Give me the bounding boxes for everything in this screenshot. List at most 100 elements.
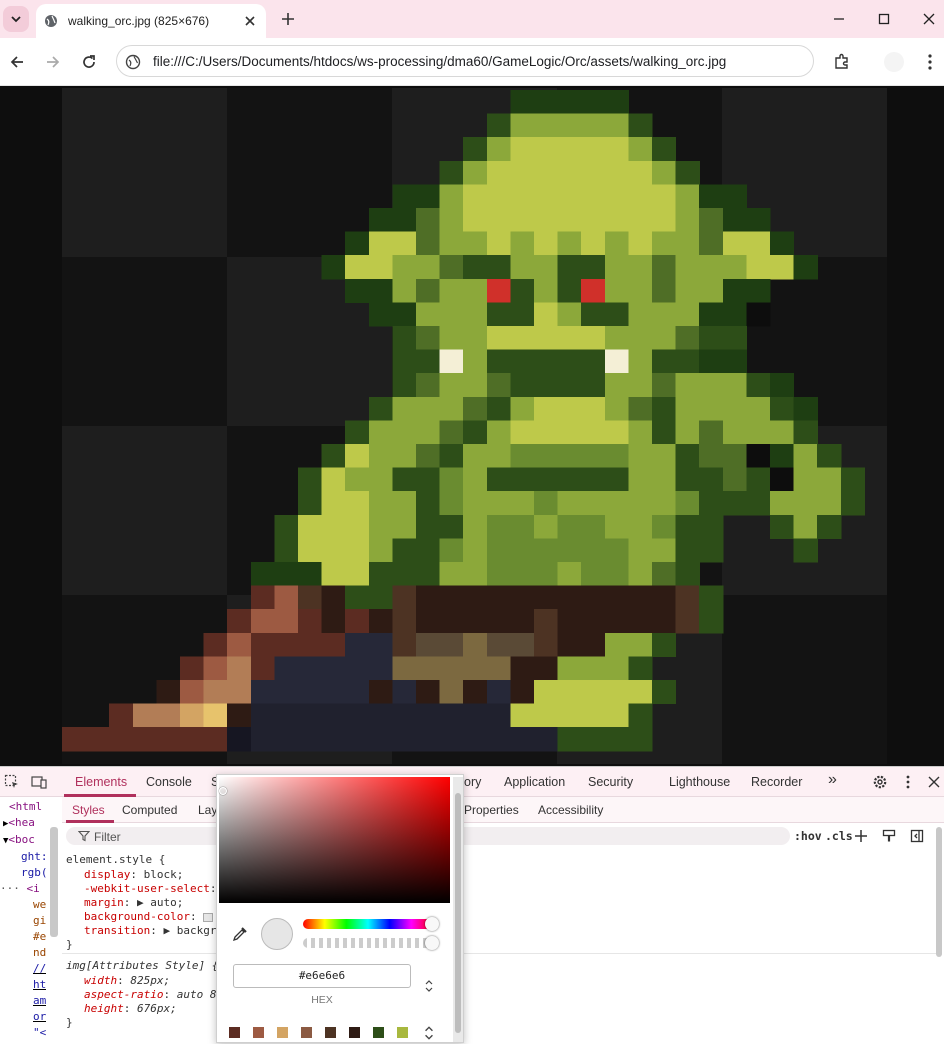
devtools-settings-button[interactable] xyxy=(871,773,889,791)
more-tabs-button[interactable]: » xyxy=(828,771,837,789)
picker-scrollbar[interactable] xyxy=(453,777,463,1042)
spectrum-cursor[interactable] xyxy=(219,787,227,795)
sprite-pixel xyxy=(534,538,559,563)
hex-input[interactable]: #e6e6e6 xyxy=(233,964,411,988)
alpha-slider-thumb[interactable] xyxy=(425,936,439,950)
palette-swatch[interactable] xyxy=(301,1027,312,1038)
extensions-button[interactable] xyxy=(830,50,854,74)
sprite-pixel xyxy=(675,208,700,233)
sprite-pixel xyxy=(722,184,747,209)
sprite-pixel xyxy=(793,467,818,492)
tab-console[interactable]: Console xyxy=(146,775,192,789)
tab-lighthouse[interactable]: Lighthouse xyxy=(669,775,730,789)
puzzle-icon xyxy=(835,53,848,69)
elements-scrollbar[interactable] xyxy=(50,827,58,937)
tab-close-button[interactable] xyxy=(242,13,258,29)
hue-slider[interactable] xyxy=(303,919,433,929)
tab-elements[interactable]: Elements xyxy=(75,775,127,789)
sidebar-toggle-icon[interactable] xyxy=(910,829,924,843)
browser-menu-button[interactable] xyxy=(920,50,940,74)
sprite-pixel xyxy=(486,703,511,728)
subtab-accessibility[interactable]: Accessibility xyxy=(538,803,603,817)
dom-node[interactable]: <html xyxy=(9,800,42,816)
cls-toggle[interactable]: .cls xyxy=(825,829,853,843)
subtab-computed[interactable]: Computed xyxy=(122,803,177,817)
subtab-properties[interactable]: Properties xyxy=(464,803,519,817)
tab-security[interactable]: Security xyxy=(588,775,633,789)
sprite-pixel xyxy=(581,278,606,303)
dom-node[interactable]: ▼<boc xyxy=(3,833,35,849)
color-swatch[interactable] xyxy=(203,912,214,922)
paint-brush-icon[interactable] xyxy=(882,829,896,843)
css-declaration[interactable]: transition: ▶ backgro xyxy=(84,924,223,937)
alpha-slider[interactable] xyxy=(303,938,433,948)
devtools-menu-button[interactable] xyxy=(899,773,917,791)
sprite-pixel xyxy=(439,538,464,563)
css-declaration[interactable]: margin: ▶ auto; xyxy=(84,896,183,909)
maximize-button[interactable] xyxy=(873,8,895,30)
sprite-pixel xyxy=(486,396,511,421)
sprite-pixel xyxy=(510,656,535,681)
subtab-layout[interactable]: Lay xyxy=(198,803,217,817)
sprite-pixel xyxy=(793,444,818,469)
styles-scrollbar[interactable] xyxy=(936,827,942,957)
eyedropper-button[interactable] xyxy=(231,925,249,943)
sprite-pixel xyxy=(298,632,323,657)
css-declaration[interactable]: display: block; xyxy=(84,868,183,881)
sprite-pixel xyxy=(463,255,488,280)
new-rule-icon[interactable] xyxy=(854,829,868,843)
close-window-button[interactable] xyxy=(918,8,940,30)
palette-swatch[interactable] xyxy=(277,1027,288,1038)
device-toolbar-icon[interactable] xyxy=(31,774,47,790)
address-bar[interactable]: file:///C:/Users/Documents/htdocs/ws-pro… xyxy=(116,45,814,77)
profile-avatar[interactable] xyxy=(884,52,904,72)
devtools-close-button[interactable] xyxy=(925,773,943,791)
new-tab-button[interactable] xyxy=(278,9,298,29)
picker-scroll-thumb[interactable] xyxy=(455,793,461,1033)
dom-node: gi xyxy=(33,914,46,930)
format-toggle-button[interactable] xyxy=(423,977,435,995)
tab-application[interactable]: Application xyxy=(504,775,565,789)
sprite-pixel xyxy=(463,278,488,303)
sprite-pixel xyxy=(699,444,724,469)
palette-swatch[interactable] xyxy=(349,1027,360,1038)
tab-search-button[interactable] xyxy=(3,6,29,32)
tab-recorder[interactable]: Recorder xyxy=(751,775,802,789)
back-button[interactable] xyxy=(5,50,29,74)
dom-node[interactable]: ··· <i xyxy=(0,882,40,898)
sprite-pixel xyxy=(793,538,818,563)
css-declaration[interactable]: background-color: xyxy=(84,910,214,923)
palette-swatch[interactable] xyxy=(229,1027,240,1038)
forward-button[interactable] xyxy=(41,50,65,74)
sprite-pixel xyxy=(180,727,205,752)
sprite-pixel xyxy=(345,680,370,705)
orc-sprite-image[interactable] xyxy=(62,88,887,764)
subtab-styles[interactable]: Styles xyxy=(72,803,105,817)
sprite-pixel xyxy=(345,467,370,492)
sprite-pixel xyxy=(463,514,488,539)
palette-swatch[interactable] xyxy=(325,1027,336,1038)
sprite-pixel xyxy=(274,632,299,657)
minimize-button[interactable] xyxy=(828,8,850,30)
hue-slider-thumb[interactable] xyxy=(425,917,439,931)
chevron-up-down-icon[interactable] xyxy=(423,1025,435,1041)
palette-swatch[interactable] xyxy=(397,1027,408,1038)
tab-memory[interactable]: ory xyxy=(464,775,481,789)
sprite-pixel xyxy=(439,727,464,752)
sprite-pixel xyxy=(486,373,511,398)
reload-button[interactable] xyxy=(77,50,101,74)
palette-swatch[interactable] xyxy=(373,1027,384,1038)
browser-tab[interactable]: walking_orc.jpg (825×676) xyxy=(36,4,266,38)
inspect-element-icon[interactable] xyxy=(4,774,20,790)
sprite-pixel xyxy=(746,420,771,445)
color-spectrum[interactable] xyxy=(219,777,450,903)
sprite-pixel xyxy=(392,491,417,516)
dom-node[interactable]: ▶<hea xyxy=(3,816,35,832)
sprite-pixel xyxy=(557,90,582,115)
hov-toggle[interactable]: :hov xyxy=(794,829,822,843)
sprite-pixel xyxy=(652,137,677,162)
palette-swatch[interactable] xyxy=(253,1027,264,1038)
sprite-pixel xyxy=(463,444,488,469)
sprite-pixel xyxy=(557,656,582,681)
css-declaration[interactable]: -webkit-user-select: xyxy=(84,882,216,895)
